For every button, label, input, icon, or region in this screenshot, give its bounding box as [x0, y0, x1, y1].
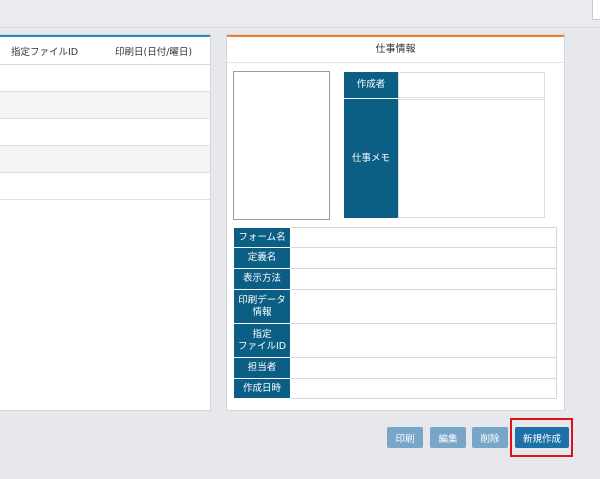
field-value-assignee	[290, 357, 557, 379]
field-label-display-method: 表示方法	[233, 268, 291, 290]
creator-value	[398, 72, 545, 98]
table-row[interactable]	[0, 173, 210, 200]
field-value-display-method	[290, 268, 557, 290]
delete-button[interactable]: 削除	[472, 427, 508, 448]
field-label-file-id: 指定 ファイルID	[233, 323, 291, 358]
preview-image-frame	[233, 71, 330, 220]
field-label-assignee: 担当者	[233, 357, 291, 379]
field-value-print-data-info	[290, 289, 557, 324]
field-value-file-id	[290, 323, 557, 358]
table-row[interactable]	[0, 146, 210, 173]
field-label-form-name: フォーム名	[233, 227, 291, 248]
memo-label: 仕事メモ	[344, 99, 398, 218]
corner-control[interactable]	[592, 0, 600, 20]
top-bar	[0, 0, 600, 28]
field-value-created-at	[290, 378, 557, 399]
job-meta-table: フォーム名 定義名 表示方法 印刷データ 情報 指定 ファイルID 担当者 作成…	[233, 227, 557, 399]
field-value-definition-name	[290, 247, 557, 269]
job-info-panel: 仕事情報 作成者 仕事メモ フォーム名 定義名 表示方法 印刷データ 情報 指定…	[227, 35, 564, 410]
table-row[interactable]	[0, 92, 210, 119]
table-row[interactable]	[0, 119, 210, 146]
print-button[interactable]: 印刷	[387, 427, 423, 448]
panel-title: 仕事情報	[227, 37, 564, 63]
field-value-form-name	[290, 227, 557, 248]
job-list-panel: 指定ファイルID 印刷日(日付/曜日)	[0, 35, 210, 410]
field-label-definition-name: 定義名	[233, 247, 291, 269]
highlight-box	[510, 418, 573, 457]
column-header-file-id[interactable]: 指定ファイルID	[11, 44, 78, 58]
edit-button[interactable]: 編集	[430, 427, 466, 448]
field-label-print-data-info: 印刷データ 情報	[233, 289, 291, 324]
column-header-print-date[interactable]: 印刷日(日付/曜日)	[115, 44, 192, 58]
table-row[interactable]	[0, 65, 210, 92]
memo-value[interactable]	[398, 99, 545, 218]
job-list-header: 指定ファイルID 印刷日(日付/曜日)	[0, 37, 210, 65]
field-label-created-at: 作成日時	[233, 378, 291, 399]
creator-label: 作成者	[344, 72, 398, 98]
